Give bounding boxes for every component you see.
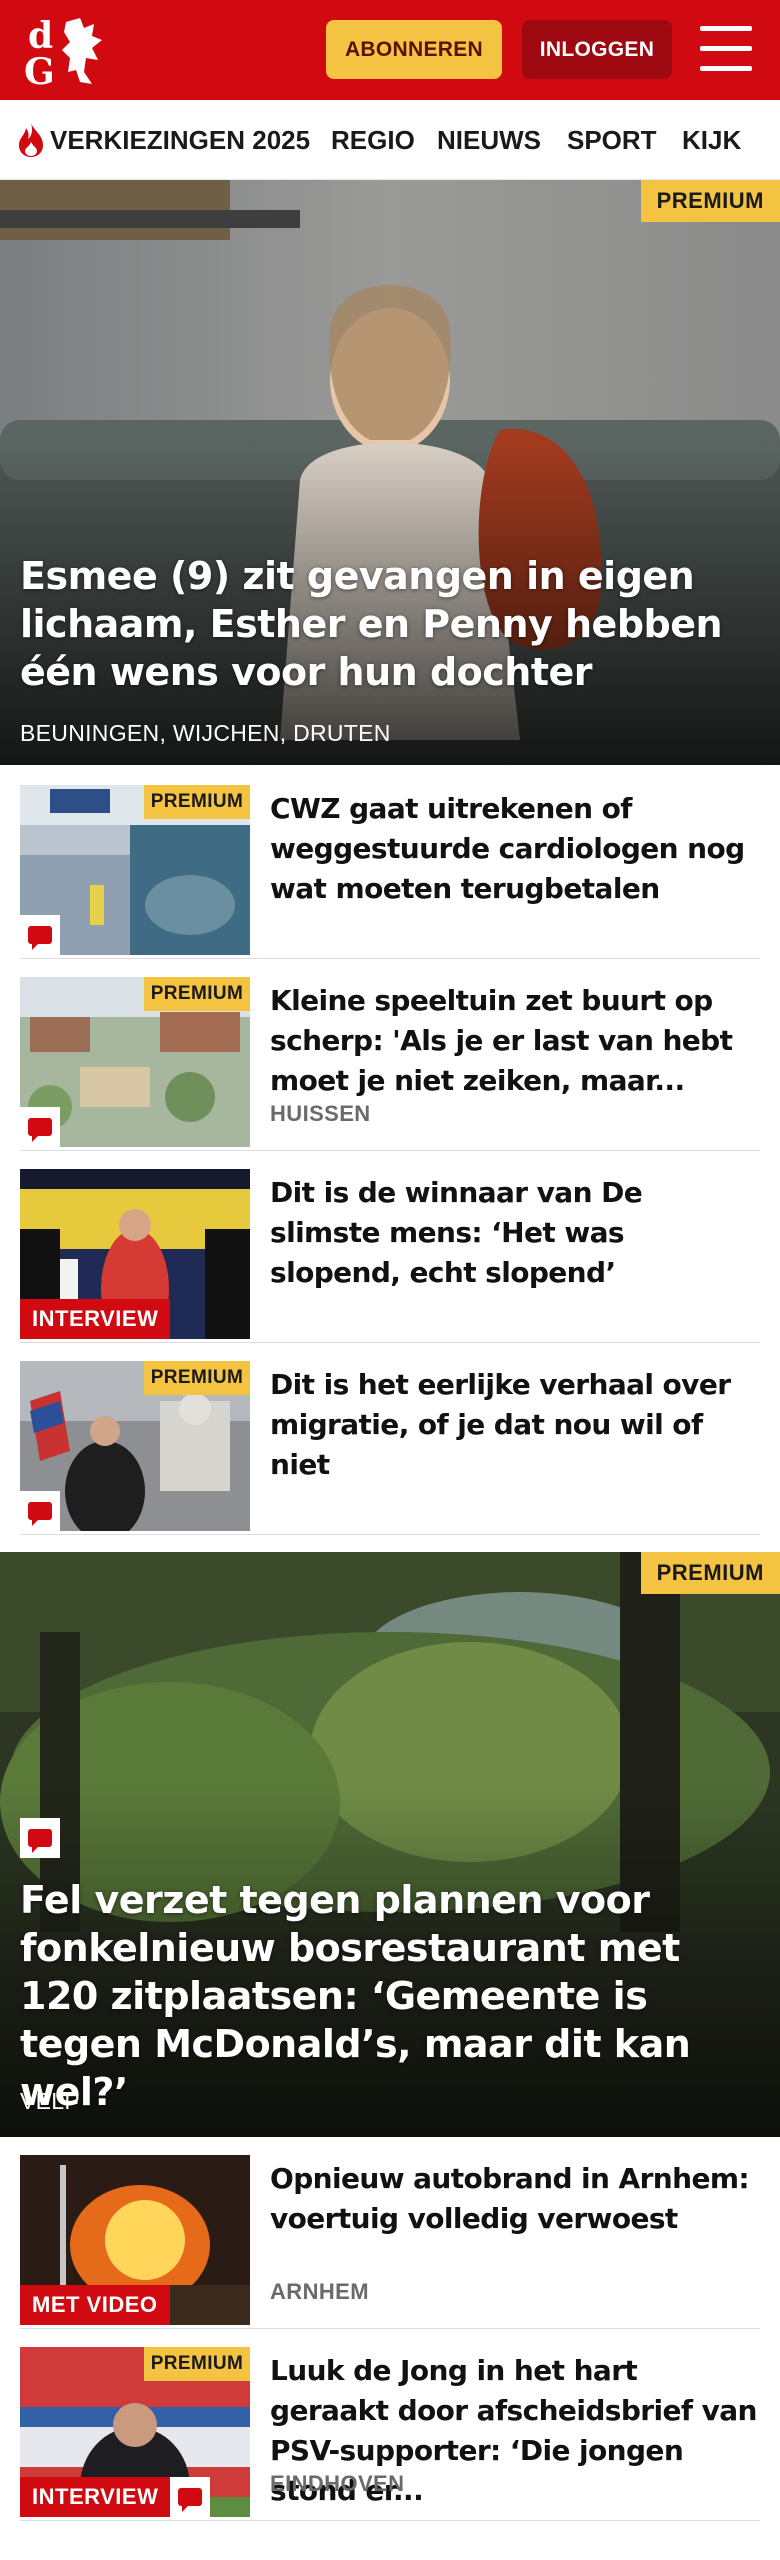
article-location: EINDHOVEN <box>270 2471 405 2496</box>
main-nav: VERKIEZINGEN 2025 REGIO NIEUWS SPORT KIJ… <box>0 100 780 180</box>
premium-badge: PREMIUM <box>640 180 780 222</box>
comment-icon[interactable] <box>20 1491 60 1531</box>
svg-text:G: G <box>24 51 55 90</box>
nav-item-verkiezingen[interactable]: VERKIEZINGEN 2025 <box>50 100 310 179</box>
nav-item-sport[interactable]: SPORT <box>567 100 657 179</box>
article-thumbnail: PREMIUM <box>20 1361 250 1531</box>
list-item[interactable]: MET VIDEO Opnieuw autobrand in Arnhem: v… <box>20 2137 760 2329</box>
article-thumbnail: PREMIUM INTERVIEW <box>20 2347 250 2517</box>
hero-title[interactable]: Esmee (9) zit gevangen in eigen lichaam,… <box>20 552 760 696</box>
subscribe-button[interactable]: ABONNEREN <box>326 20 502 79</box>
hero-location: BEUNINGEN, WIJCHEN, DRUTEN <box>20 720 391 746</box>
video-label: MET VIDEO <box>20 2285 170 2325</box>
list-item[interactable]: PREMIUM Kleine speeltuin zet buurt op sc… <box>20 959 760 1151</box>
comment-icon[interactable] <box>20 1107 60 1147</box>
article-thumbnail: MET VIDEO <box>20 2155 250 2325</box>
article-thumbnail: PREMIUM <box>20 785 250 955</box>
comment-icon[interactable] <box>20 915 60 955</box>
article-thumbnail: PREMIUM <box>20 977 250 1147</box>
login-button[interactable]: INLOGGEN <box>522 20 672 79</box>
nav-item-regio[interactable]: REGIO <box>331 100 415 179</box>
list-item[interactable]: PREMIUM Dit is het eerlijke verhaal over… <box>20 1343 760 1535</box>
article-title[interactable]: Opnieuw autobrand in Arnhem: voertuig vo… <box>270 2159 760 2239</box>
premium-badge: PREMIUM <box>144 2347 250 2381</box>
list-item[interactable]: INTERVIEW Dit is de winnaar van De slims… <box>20 1151 760 1343</box>
nav-item-nieuws[interactable]: NIEUWS <box>437 100 541 179</box>
interview-label: INTERVIEW <box>20 1299 171 1339</box>
article-title[interactable]: Kleine speeltuin zet buurt op scherp: 'A… <box>270 981 760 1101</box>
comment-icon[interactable] <box>170 2477 210 2517</box>
dg-logo-icon[interactable]: d G <box>22 10 112 90</box>
flame-icon <box>19 123 43 157</box>
site-header: d G ABONNEREN INLOGGEN <box>0 0 780 100</box>
premium-badge: PREMIUM <box>144 977 250 1011</box>
hero-article-bosrestaurant[interactable]: PREMIUM Fel verzet tegen plannen voor fo… <box>0 1552 780 2137</box>
list-item[interactable]: PREMIUM CWZ gaat uitrekenen of weggestuu… <box>20 767 760 959</box>
article-thumbnail: INTERVIEW <box>20 1169 250 1339</box>
premium-badge: PREMIUM <box>144 1361 250 1395</box>
hero-title[interactable]: Fel verzet tegen plannen voor fonkel­nie… <box>20 1876 760 2116</box>
comment-icon[interactable] <box>20 1818 60 1858</box>
premium-badge: PREMIUM <box>144 785 250 819</box>
interview-label: INTERVIEW <box>20 2477 171 2517</box>
hero-article-esmee[interactable]: PREMIUM Esmee (9) zit gevangen in eigen … <box>0 180 780 765</box>
article-title[interactable]: Dit is het eerlijke verhaal over migrati… <box>270 1365 760 1485</box>
nav-item-kijk[interactable]: KIJK <box>682 100 741 179</box>
article-title[interactable]: Dit is de winnaar van De slimste mens: ‘… <box>270 1173 760 1293</box>
article-title[interactable]: CWZ gaat uitrekenen of weggestuurde card… <box>270 789 760 909</box>
list-item[interactable]: PREMIUM INTERVIEW Luuk de Jong in het ha… <box>20 2329 760 2521</box>
hamburger-menu-icon[interactable] <box>700 26 752 72</box>
article-location: HUISSEN <box>270 1101 371 1126</box>
premium-badge: PREMIUM <box>640 1552 780 1594</box>
hero-location: VELP <box>20 2088 81 2114</box>
article-location: ARNHEM <box>270 2279 369 2304</box>
